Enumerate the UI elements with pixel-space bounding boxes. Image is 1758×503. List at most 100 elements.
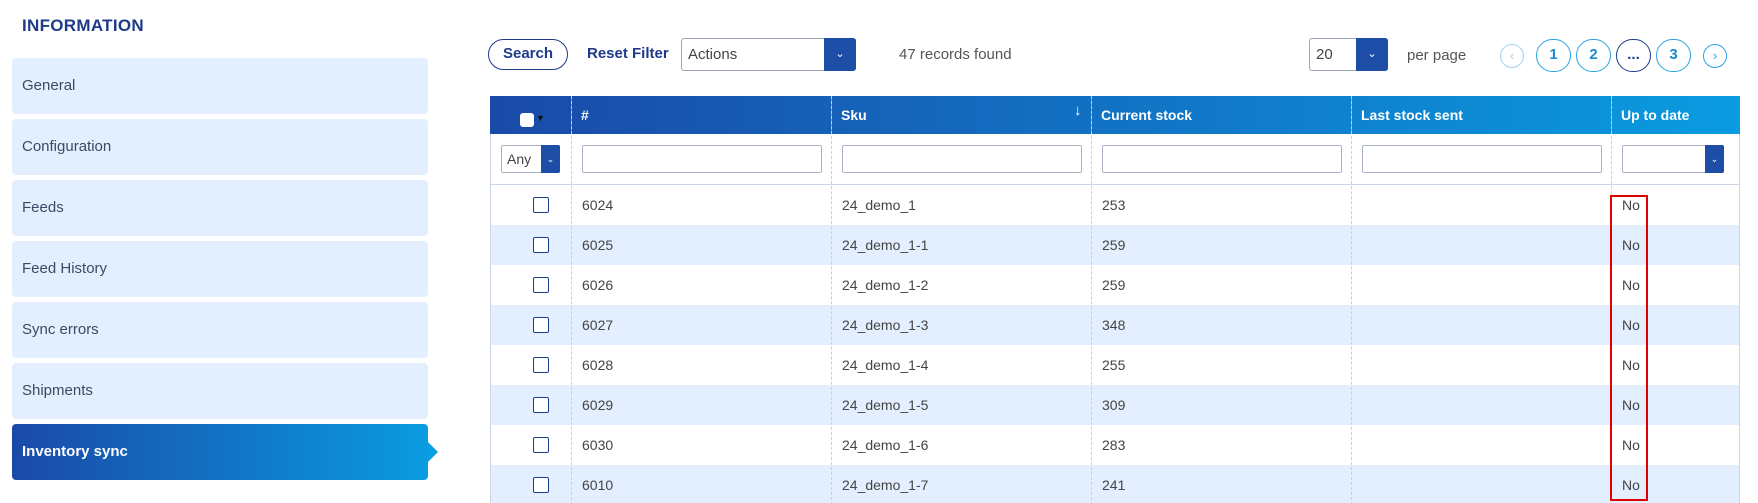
select-all-checkbox[interactable] bbox=[520, 113, 534, 127]
active-pointer bbox=[428, 442, 438, 462]
cell-last-stock-sent bbox=[1352, 345, 1362, 385]
column-divider bbox=[1091, 96, 1092, 503]
search-button[interactable]: Search bbox=[488, 39, 568, 70]
cell-current-stock: 253 bbox=[1102, 197, 1126, 213]
cell-last-stock-sent bbox=[1352, 225, 1362, 265]
per-page-label: per page bbox=[1407, 47, 1467, 64]
actions-select[interactable]: Actions ⌄ bbox=[681, 38, 856, 71]
select-filter-value: Any bbox=[507, 151, 532, 167]
id-filter-input[interactable] bbox=[582, 145, 822, 173]
table-row[interactable]: 6024 24_demo_1 253 No bbox=[490, 185, 1740, 225]
last-stock-sent-filter-input[interactable] bbox=[1362, 145, 1602, 173]
cell-up-to-date: No bbox=[1622, 437, 1640, 453]
cell-current-stock: 255 bbox=[1102, 357, 1126, 373]
page-1-button[interactable]: 1 bbox=[1536, 39, 1571, 72]
sidebar-item-label: Inventory sync bbox=[22, 443, 128, 460]
table-row[interactable]: 6026 24_demo_1-2 259 No bbox=[490, 265, 1740, 305]
column-divider bbox=[571, 96, 572, 503]
row-checkbox[interactable] bbox=[533, 437, 549, 453]
cell-up-to-date: No bbox=[1622, 317, 1640, 333]
actions-select-value: Actions bbox=[688, 46, 738, 63]
column-header-up-to-date[interactable]: Up to date bbox=[1611, 96, 1740, 134]
cell-last-stock-sent bbox=[1352, 425, 1362, 465]
per-page-value: 20 bbox=[1316, 46, 1333, 63]
cell-up-to-date: No bbox=[1622, 277, 1640, 293]
row-checkbox[interactable] bbox=[533, 357, 549, 373]
row-checkbox[interactable] bbox=[533, 237, 549, 253]
sidebar-item-feed-history[interactable]: Feed History bbox=[12, 241, 428, 297]
cell-up-to-date: No bbox=[1622, 477, 1640, 493]
column-divider bbox=[1611, 96, 1612, 503]
cell-last-stock-sent bbox=[1352, 385, 1362, 425]
caret-down-icon[interactable]: ▼ bbox=[536, 113, 545, 123]
page-ellipsis-button[interactable]: ... bbox=[1616, 39, 1651, 72]
cell-last-stock-sent bbox=[1352, 305, 1362, 345]
row-checkbox[interactable] bbox=[533, 197, 549, 213]
cell-up-to-date: No bbox=[1622, 397, 1640, 413]
chevron-left-icon[interactable]: ‹ bbox=[1500, 44, 1524, 68]
row-checkbox[interactable] bbox=[533, 477, 549, 493]
sidebar-item-feeds[interactable]: Feeds bbox=[12, 180, 428, 236]
sidebar-item-inventory-sync[interactable]: Inventory sync bbox=[12, 424, 438, 480]
chevron-right-icon[interactable]: › bbox=[1703, 44, 1727, 68]
table-row[interactable]: 6030 24_demo_1-6 283 No bbox=[490, 425, 1740, 465]
column-header-sku[interactable]: Sku bbox=[831, 96, 1091, 134]
sidebar-item-label: Sync errors bbox=[22, 321, 99, 338]
select-filter[interactable]: Any ⌄ bbox=[501, 145, 560, 173]
up-to-date-filter-select[interactable]: ⌄ bbox=[1622, 145, 1724, 173]
current-stock-filter-input[interactable] bbox=[1102, 145, 1342, 173]
toolbar: Search Reset Filter Actions ⌄ 47 records… bbox=[0, 0, 1758, 90]
sidebar-item-label: Feeds bbox=[22, 199, 64, 216]
sidebar-item-label: Shipments bbox=[22, 382, 93, 399]
sort-down-icon[interactable]: ↓ bbox=[1074, 96, 1082, 126]
chevron-down-icon: ⌄ bbox=[541, 145, 560, 173]
column-header-id[interactable]: # bbox=[571, 96, 831, 134]
table-header: ▼ # Sku ↓ Current stock Last stock sent … bbox=[490, 96, 1740, 134]
cell-sku: 24_demo_1-5 bbox=[842, 397, 929, 413]
table-row[interactable]: 6025 24_demo_1-1 259 No bbox=[490, 225, 1740, 265]
table-row[interactable]: 6010 24_demo_1-7 241 No bbox=[490, 465, 1740, 503]
cell-current-stock: 348 bbox=[1102, 317, 1126, 333]
cell-up-to-date: No bbox=[1622, 357, 1640, 373]
table-row[interactable]: 6027 24_demo_1-3 348 No bbox=[490, 305, 1740, 345]
cell-sku: 24_demo_1 bbox=[842, 197, 916, 213]
cell-id: 6027 bbox=[582, 317, 614, 333]
column-divider bbox=[831, 96, 832, 503]
cell-last-stock-sent bbox=[1352, 265, 1362, 305]
sku-filter-input[interactable] bbox=[842, 145, 1082, 173]
cell-current-stock: 259 bbox=[1102, 237, 1126, 253]
sidebar-item-configuration[interactable]: Configuration bbox=[12, 119, 428, 175]
row-checkbox[interactable] bbox=[533, 277, 549, 293]
row-checkbox[interactable] bbox=[533, 397, 549, 413]
cell-sku: 24_demo_1-4 bbox=[842, 357, 929, 373]
reset-filter-button[interactable]: Reset Filter bbox=[587, 45, 669, 62]
table-row[interactable]: 6029 24_demo_1-5 309 No bbox=[490, 385, 1740, 425]
column-header-last-stock-sent[interactable]: Last stock sent bbox=[1351, 96, 1611, 134]
cell-sku: 24_demo_1-1 bbox=[842, 237, 929, 253]
table-row[interactable]: 6028 24_demo_1-4 255 No bbox=[490, 345, 1740, 385]
sidebar-item-shipments[interactable]: Shipments bbox=[12, 363, 428, 419]
cell-id: 6024 bbox=[582, 197, 614, 213]
cell-id: 6026 bbox=[582, 277, 614, 293]
column-divider bbox=[1351, 96, 1352, 503]
cell-id: 6010 bbox=[582, 477, 614, 493]
cell-current-stock: 259 bbox=[1102, 277, 1126, 293]
page-3-button[interactable]: 3 bbox=[1656, 39, 1691, 72]
cell-id: 6028 bbox=[582, 357, 614, 373]
filter-row: Any ⌄ ⌄ bbox=[490, 134, 1740, 185]
sidebar-item-label: Feed History bbox=[22, 260, 108, 277]
row-checkbox[interactable] bbox=[533, 317, 549, 333]
column-header-current-stock[interactable]: Current stock bbox=[1091, 96, 1351, 134]
cell-up-to-date: No bbox=[1622, 197, 1640, 213]
cell-current-stock: 309 bbox=[1102, 397, 1126, 413]
cell-up-to-date: No bbox=[1622, 237, 1640, 253]
chevron-down-icon: ⌄ bbox=[1356, 38, 1388, 71]
per-page-select[interactable]: 20 ⌄ bbox=[1309, 38, 1388, 71]
page-2-button[interactable]: 2 bbox=[1576, 39, 1611, 72]
cell-sku: 24_demo_1-3 bbox=[842, 317, 929, 333]
sidebar-item-sync-errors[interactable]: Sync errors bbox=[12, 302, 428, 358]
cell-sku: 24_demo_1-6 bbox=[842, 437, 929, 453]
cell-current-stock: 283 bbox=[1102, 437, 1126, 453]
chevron-down-icon: ⌄ bbox=[1705, 145, 1724, 173]
cell-last-stock-sent bbox=[1352, 185, 1362, 225]
